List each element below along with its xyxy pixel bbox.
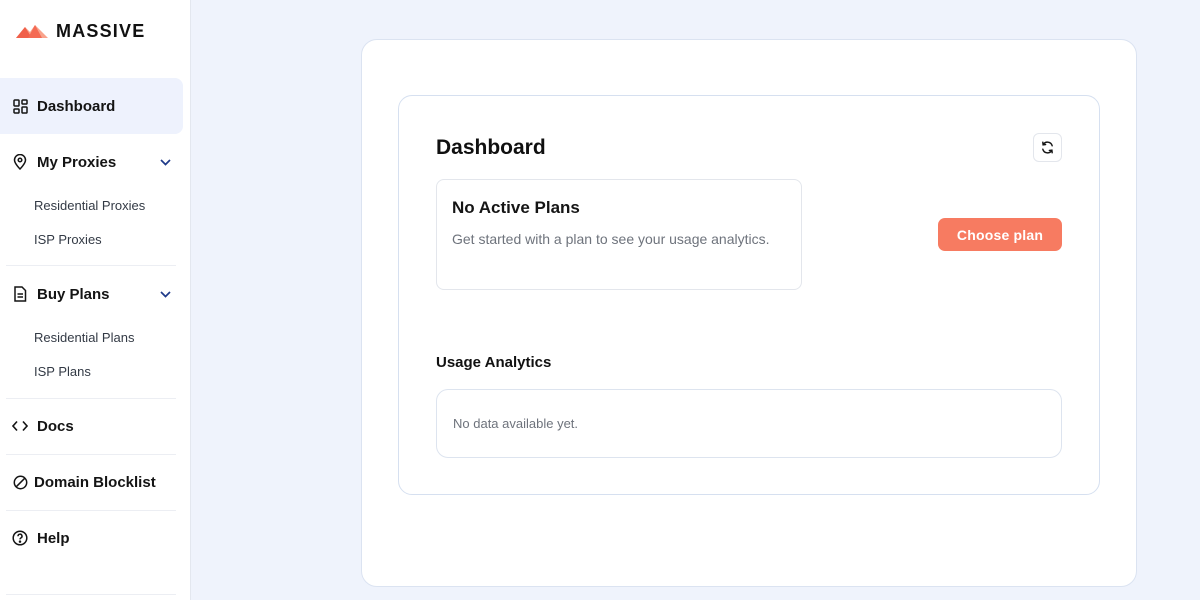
sidebar-item-buy-plans[interactable]: Buy Plans — [0, 266, 183, 322]
sidebar-item-help[interactable]: Help — [0, 510, 183, 566]
usage-analytics-panel: No data available yet. — [436, 389, 1062, 458]
sidebar-item-docs[interactable]: Docs — [0, 398, 183, 454]
sidebar-item-label: Help — [37, 529, 70, 547]
code-icon — [12, 418, 28, 434]
plans-description: Get started with a plan to see your usag… — [452, 231, 770, 247]
sidebar-subitem-residential-proxies[interactable]: Residential Proxies — [34, 198, 145, 213]
no-active-plans-card: No Active Plans Get started with a plan … — [436, 179, 802, 290]
analytics-empty-text: No data available yet. — [453, 416, 579, 431]
location-pin-icon — [12, 154, 28, 170]
sidebar-item-label: My Proxies — [37, 153, 117, 171]
sidebar-subitem-isp-plans[interactable]: ISP Plans — [34, 364, 91, 379]
sidebar-item-dashboard[interactable]: Dashboard — [0, 78, 183, 134]
choose-plan-button[interactable]: Choose plan — [938, 218, 1062, 251]
sidebar-item-label: Docs — [37, 417, 74, 435]
refresh-icon — [1042, 141, 1053, 154]
sidebar-item-label: Domain Blocklist — [34, 473, 156, 491]
mountain-logo-icon — [16, 25, 48, 38]
usage-analytics-title: Usage Analytics — [436, 354, 552, 371]
blocked-icon — [12, 474, 28, 490]
refresh-button[interactable] — [1033, 133, 1062, 162]
plans-title: No Active Plans — [452, 198, 580, 217]
page-title: Dashboard — [436, 136, 546, 159]
sidebar-subitem-isp-proxies[interactable]: ISP Proxies — [34, 232, 102, 247]
grid-icon — [12, 98, 28, 114]
sidebar: MASSIVE Dashboard My Proxies Residential… — [0, 0, 191, 600]
chevron-down-icon[interactable] — [160, 285, 171, 303]
sidebar-item-label: Dashboard — [37, 97, 116, 115]
chevron-down-icon[interactable] — [160, 153, 171, 171]
question-circle-icon — [12, 530, 28, 546]
brand-logo[interactable]: MASSIVE — [16, 20, 145, 42]
divider — [6, 594, 176, 595]
sidebar-item-label: Buy Plans — [37, 285, 110, 303]
sidebar-subitem-residential-plans[interactable]: Residential Plans — [34, 330, 134, 345]
brand-name: MASSIVE — [56, 20, 146, 41]
sidebar-item-domain-blocklist[interactable]: Domain Blocklist — [0, 454, 183, 510]
document-icon — [12, 286, 28, 302]
sidebar-item-my-proxies[interactable]: My Proxies — [0, 134, 183, 190]
